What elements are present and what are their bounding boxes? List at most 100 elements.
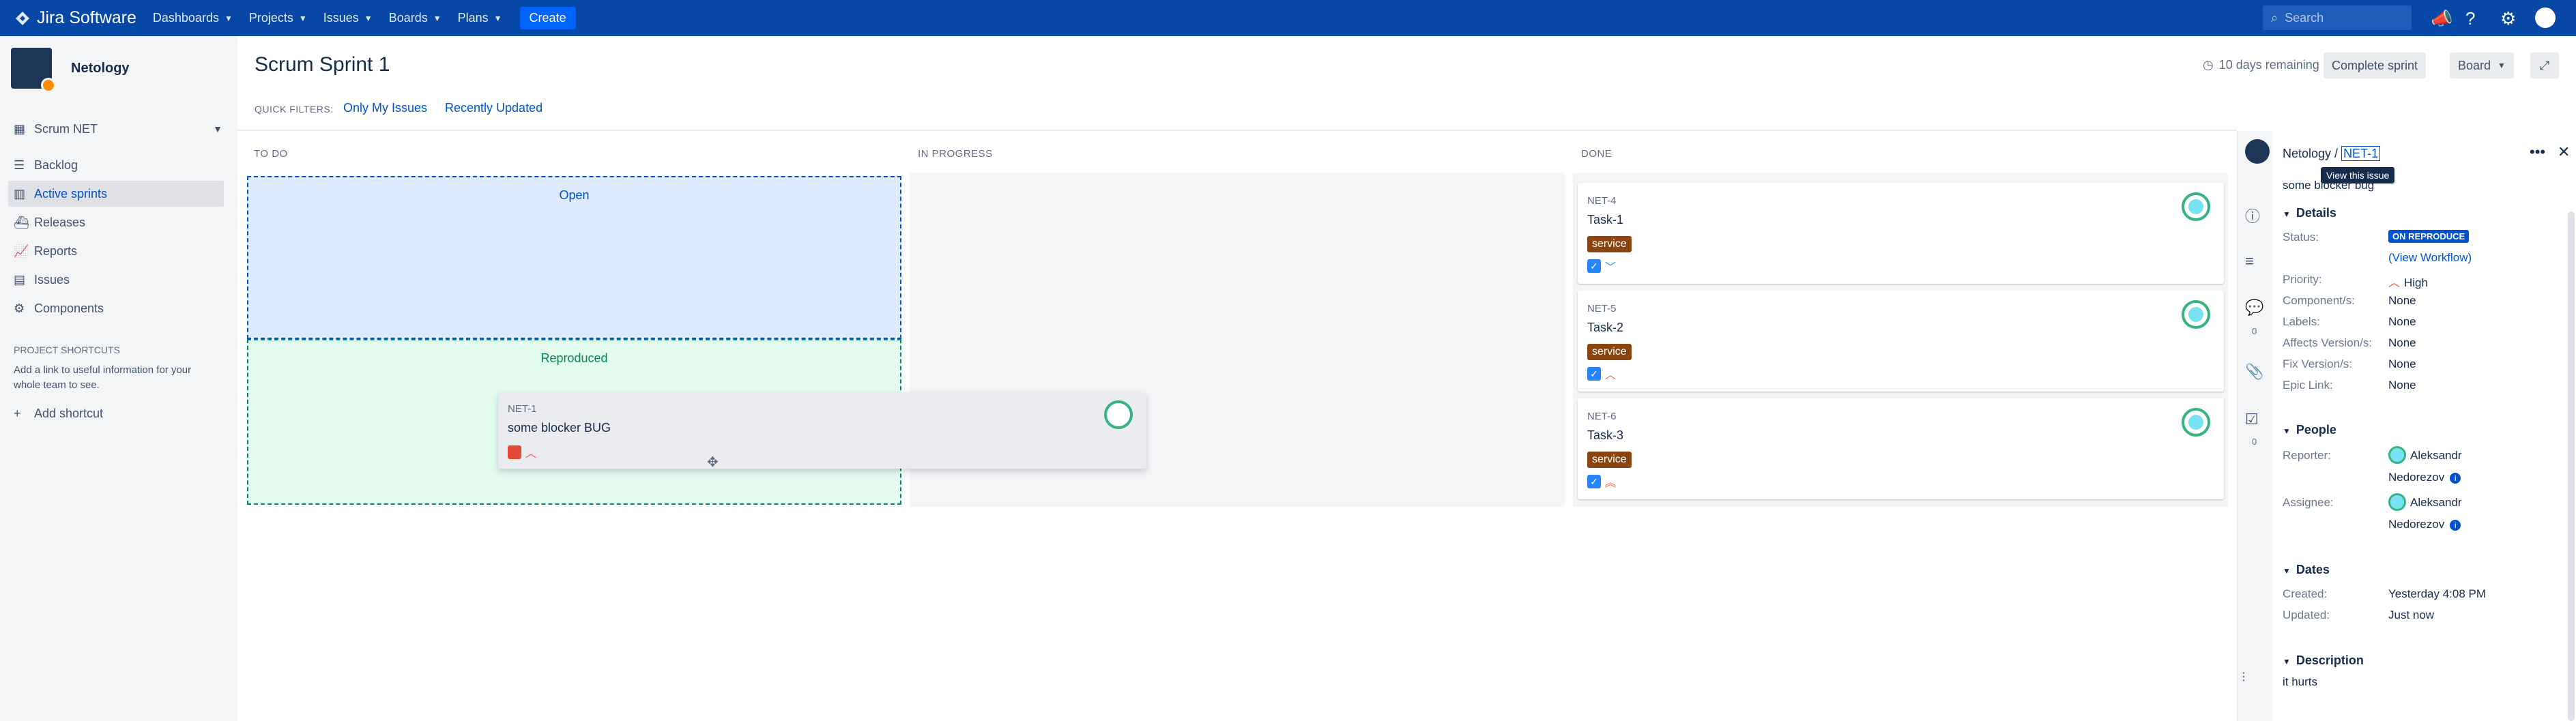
sidebar-item-label: Reports: [34, 244, 78, 258]
chevron-down-icon: ▼: [433, 13, 442, 23]
chevron-down-icon: ▼: [2283, 209, 2291, 219]
dates-heading[interactable]: ▼ Dates: [2283, 563, 2330, 577]
settings-icon[interactable]: ⚙: [2500, 8, 2516, 29]
epic-link-label: Epic Link:: [2283, 379, 2333, 392]
sidebar-item-backlog[interactable]: ☰ Backlog: [14, 152, 229, 178]
components-label: Component/s:: [2283, 294, 2355, 307]
nav-issues[interactable]: Issues ▼: [323, 11, 373, 25]
create-button[interactable]: Create: [519, 7, 576, 29]
labels-value[interactable]: None: [2388, 315, 2416, 329]
shortcuts-heading: PROJECT SHORTCUTS: [14, 344, 120, 355]
sidebar-item-issues[interactable]: ▤ Issues: [14, 267, 229, 293]
move-cursor-icon: ✥: [707, 455, 719, 470]
resize-handle-icon[interactable]: ⋮: [2238, 670, 2249, 683]
project-header[interactable]: Netology: [11, 48, 130, 93]
project-name: Netology: [71, 60, 130, 76]
close-icon[interactable]: ✕: [2558, 143, 2570, 161]
avatar[interactable]: [2182, 192, 2210, 221]
notifications-icon[interactable]: 📣: [2431, 8, 2452, 29]
info-icon[interactable]: i: [2450, 472, 2461, 484]
comments-count: 0: [2252, 326, 2257, 336]
jira-logo[interactable]: Jira Software: [15, 8, 136, 28]
assignee-last-name[interactable]: Nedorezov i: [2388, 518, 2461, 531]
jira-icon: [16, 11, 29, 25]
description-icon[interactable]: ≡: [2245, 252, 2254, 270]
avatar: [2388, 446, 2406, 464]
board-menu-button[interactable]: Board ▼: [2450, 53, 2514, 78]
status-badge[interactable]: ON REPRODUCE: [2388, 230, 2470, 243]
board-selector[interactable]: ▦ Scrum NET ▼: [14, 116, 229, 142]
drop-zone-open[interactable]: Open: [247, 176, 901, 339]
avatar[interactable]: [2182, 408, 2210, 437]
project-avatar: [2245, 139, 2270, 164]
sidebar-item-active-sprints[interactable]: ▥ Active sprints: [8, 181, 224, 207]
priority-high-icon: ︿: [2388, 276, 2400, 289]
avatar-face: [2188, 307, 2203, 322]
search-input[interactable]: ⌕ Search: [2263, 5, 2412, 30]
description-text[interactable]: it hurts: [2283, 675, 2317, 689]
add-shortcut-button[interactable]: + Add shortcut: [14, 400, 229, 426]
reporter-first-name[interactable]: Aleksandr: [2410, 449, 2462, 462]
affects-version-value[interactable]: None: [2388, 336, 2416, 350]
more-icon[interactable]: •••: [2530, 143, 2545, 161]
issue-card[interactable]: NET-6 Task-3 service ✓ ︽: [1578, 398, 2224, 499]
chevron-down-icon: ▼: [224, 13, 233, 23]
people-heading[interactable]: ▼ People: [2283, 423, 2336, 437]
epic-label: service: [1587, 344, 1632, 360]
nav-dashboards[interactable]: Dashboards ▼: [153, 11, 233, 25]
components-value[interactable]: None: [2388, 294, 2416, 308]
dragging-issue-card[interactable]: NET-1 some blocker BUG ︿ ✥: [498, 392, 1146, 470]
backlog-icon: ☰: [14, 158, 25, 172]
issue-card[interactable]: NET-5 Task-2 service ✓ ︿: [1578, 291, 2224, 392]
fix-version-value[interactable]: None: [2388, 357, 2416, 371]
info-icon[interactable]: i: [2450, 519, 2461, 531]
avatar: [2388, 493, 2406, 511]
detail-rail: ⓘ ≡ 💬 0 📎 ☑ 0 ⋮: [2238, 131, 2272, 721]
sidebar-item-reports[interactable]: 📈 Reports: [14, 238, 229, 264]
drop-zone-reproduced-label: Reproduced: [540, 351, 608, 365]
priority-value[interactable]: ︿ High: [2388, 273, 2428, 290]
clock-icon: ◷: [2203, 58, 2214, 72]
assignee-last-text: Nedorezov: [2388, 518, 2445, 531]
avatar[interactable]: [2182, 300, 2210, 329]
panel-scrollbar[interactable]: [2568, 211, 2575, 721]
sidebar-item-label: Active sprints: [34, 186, 108, 201]
help-icon[interactable]: ?: [2465, 8, 2475, 29]
view-workflow-link[interactable]: (View Workflow): [2388, 251, 2472, 265]
reporter-last-name[interactable]: Nedorezov i: [2388, 471, 2461, 484]
sidebar-item-releases[interactable]: ⛴ Releases: [14, 209, 229, 235]
info-icon[interactable]: ⓘ: [2245, 205, 2260, 226]
board-icon: ▦: [14, 121, 26, 136]
nav-boards[interactable]: Boards ▼: [389, 11, 442, 25]
attachment-icon[interactable]: 📎: [2245, 363, 2263, 381]
breadcrumb-issue-key[interactable]: NET-1: [2341, 146, 2381, 161]
user-avatar[interactable]: [2535, 8, 2556, 28]
ship-icon: ⛴: [14, 215, 29, 229]
task-icon: ✓: [1587, 259, 1601, 273]
expand-icon[interactable]: ⤢: [2530, 53, 2559, 78]
avatar[interactable]: [1104, 400, 1133, 429]
details-heading-label: Details: [2296, 206, 2336, 220]
quick-filter-only-my-issues[interactable]: Only My Issues: [343, 101, 427, 115]
quick-filter-recently-updated[interactable]: Recently Updated: [445, 101, 542, 115]
nav-projects[interactable]: Projects ▼: [249, 11, 307, 25]
fix-version-label: Fix Version/s:: [2283, 357, 2353, 370]
epic-link-value[interactable]: None: [2388, 379, 2416, 392]
comment-icon[interactable]: 💬: [2245, 299, 2263, 317]
description-heading-label: Description: [2296, 653, 2364, 667]
board-selector-label: Scrum NET: [34, 121, 98, 136]
subtasks-icon[interactable]: ☑: [2245, 411, 2259, 428]
nav-plans[interactable]: Plans ▼: [458, 11, 502, 25]
components-icon: ⚙: [14, 301, 25, 315]
header-divider: [237, 130, 2237, 131]
issue-card[interactable]: NET-4 Task-1 service ✓ ﹀: [1578, 183, 2224, 284]
description-heading[interactable]: ▼ Description: [2283, 653, 2364, 668]
sidebar-item-label: Components: [34, 301, 104, 315]
details-heading[interactable]: ▼ Details: [2283, 206, 2336, 220]
updated-value: Just now: [2388, 608, 2435, 621]
complete-sprint-button[interactable]: Complete sprint: [2324, 53, 2427, 78]
sidebar-item-components[interactable]: ⚙ Components: [14, 295, 229, 321]
assignee-first-name[interactable]: Aleksandr: [2410, 496, 2462, 510]
issues-icon: ▤: [14, 272, 26, 286]
chevron-down-icon: ▼: [364, 13, 373, 23]
